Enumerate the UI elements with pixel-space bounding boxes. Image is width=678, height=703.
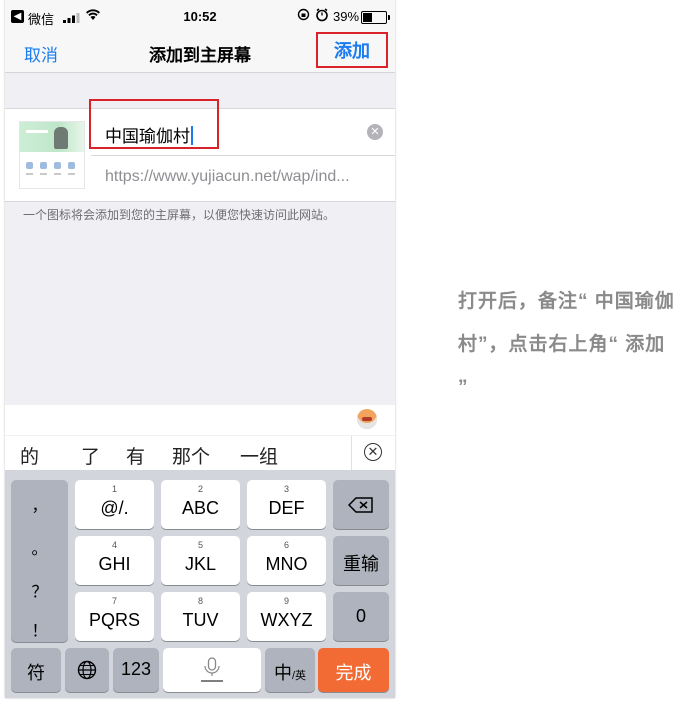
add-to-home-form: 中国瑜伽村 ✕ https://www.yujiacun.net/wap/ind… (5, 99, 395, 202)
candidate-word[interactable]: 那个 (172, 442, 210, 469)
add-button[interactable]: 添加 (316, 32, 388, 68)
key-9[interactable]: 9 WXYZ (247, 592, 326, 641)
candidate-word[interactable]: 一组 (240, 442, 278, 469)
punct-key[interactable]: 。 (11, 535, 68, 559)
key-2[interactable]: 2 ABC (161, 480, 240, 529)
candidate-word[interactable]: 的 (20, 442, 39, 469)
alarm-icon (315, 8, 329, 25)
battery-percent: 39% (333, 9, 360, 24)
lang-switch-key[interactable]: 中/英 (265, 648, 315, 692)
globe-key[interactable] (65, 648, 109, 692)
keyboard-mascot-icon[interactable] (357, 409, 377, 429)
key-0[interactable]: 0 (333, 592, 389, 641)
close-candidates-icon[interactable]: ✕ (351, 436, 395, 470)
candidate-row: 的 了 有 那个 一组 ✕ (5, 435, 395, 470)
globe-icon (77, 660, 97, 680)
reenter-key[interactable]: 重输 (333, 536, 389, 585)
phone-screen: ◀ 微信 10:52 39% 取消 添加到主屏幕 添加 中国瑜伽村 ✕ http… (5, 0, 395, 698)
hint-text: 一个图标将会添加到您的主屏幕，以便您快速访问此网站。 (23, 208, 336, 222)
clear-text-icon[interactable]: ✕ (367, 124, 383, 140)
key-3[interactable]: 3 DEF (247, 480, 326, 529)
text-caret (191, 126, 193, 145)
site-thumbnail (19, 121, 85, 189)
key-7[interactable]: 7 PQRS (75, 592, 154, 641)
nav-bar: 取消 添加到主屏幕 添加 (5, 32, 395, 73)
candidate-word[interactable]: 了 (81, 442, 100, 469)
url-text: https://www.yujiacun.net/wap/ind... (105, 168, 350, 185)
keyboard: ， 。 ？ ！ 1 @/. 2 ABC 3 DEF 4 GHI 5 JKL 6 MNO 重输… (5, 470, 395, 698)
punctuation-column[interactable]: ， 。 ？ ！ (11, 480, 68, 642)
candidate-word[interactable]: 有 (126, 442, 145, 469)
key-8[interactable]: 8 TUV (161, 592, 240, 641)
key-4[interactable]: 4 GHI (75, 536, 154, 585)
battery-icon (361, 11, 390, 24)
backspace-key[interactable] (333, 480, 389, 529)
microphone-icon (201, 657, 223, 682)
punct-key[interactable]: ！ (11, 617, 68, 641)
name-field[interactable]: 中国瑜伽村 ✕ (89, 99, 395, 156)
name-input[interactable]: 中国瑜伽村 (105, 122, 193, 147)
status-bar: ◀ 微信 10:52 39% (5, 0, 395, 32)
orientation-lock-icon (297, 8, 310, 24)
instruction-annotation: 打开后，备注“ 中国瑜伽村”，点击右上角“ 添加 ” (458, 291, 675, 398)
numbers-key[interactable]: 123 (113, 648, 159, 692)
backspace-icon (348, 497, 373, 513)
punct-key[interactable]: ？ (11, 578, 68, 602)
key-1[interactable]: 1 @/. (75, 480, 154, 529)
url-field: https://www.yujiacun.net/wap/ind... (91, 156, 395, 201)
done-key[interactable]: 完成 (318, 648, 389, 692)
key-5[interactable]: 5 JKL (161, 536, 240, 585)
space-key[interactable] (163, 648, 261, 692)
punct-key[interactable]: ， (11, 492, 68, 516)
symbols-key[interactable]: 符 (11, 648, 61, 692)
key-6[interactable]: 6 MNO (247, 536, 326, 585)
candidate-bar: 的 了 有 那个 一组 ✕ (5, 405, 395, 470)
